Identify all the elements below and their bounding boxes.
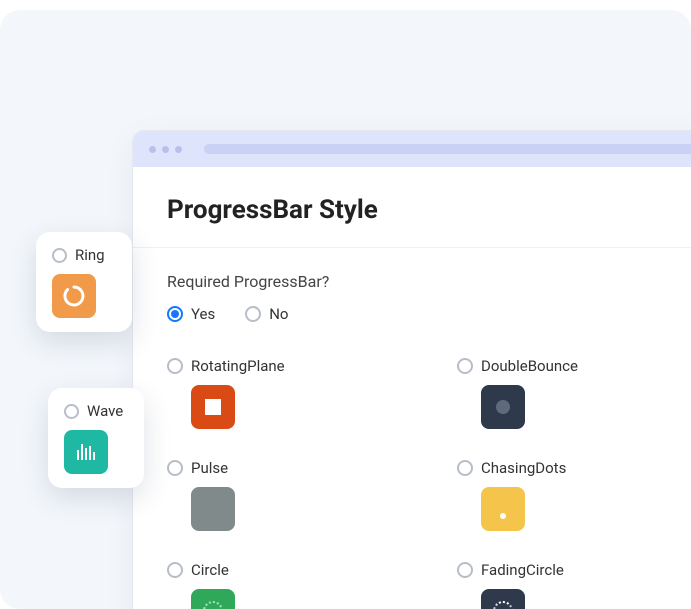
radio-icon bbox=[64, 404, 79, 419]
radio-no[interactable]: No bbox=[245, 305, 288, 323]
style-label: Ring bbox=[75, 246, 105, 264]
radio-icon bbox=[167, 358, 183, 374]
fadingcircle-swatch-icon bbox=[481, 589, 525, 609]
rotatingplane-swatch-icon bbox=[191, 385, 235, 429]
required-radio-group: Yes No bbox=[167, 305, 691, 323]
style-option-chasingdots[interactable]: ChasingDots bbox=[457, 459, 691, 531]
style-options-grid: RotatingPlane DoubleBounce Pulse bbox=[167, 357, 691, 609]
chasingdots-swatch-icon bbox=[481, 487, 525, 531]
style-label: FadingCircle bbox=[481, 561, 564, 579]
style-label: DoubleBounce bbox=[481, 357, 578, 375]
radio-icon bbox=[245, 306, 261, 322]
window-dot-icon bbox=[175, 146, 182, 153]
style-label: ChasingDots bbox=[481, 459, 566, 477]
radio-no-label: No bbox=[269, 305, 288, 323]
page-content: ProgressBar Style Required ProgressBar? … bbox=[133, 167, 691, 609]
radio-icon bbox=[167, 562, 183, 578]
doublebounce-swatch-icon bbox=[481, 385, 525, 429]
browser-window: ProgressBar Style Required ProgressBar? … bbox=[132, 130, 691, 609]
circle-swatch-icon bbox=[191, 589, 235, 609]
style-option-circle[interactable]: Circle bbox=[167, 561, 427, 609]
style-option-pulse[interactable]: Pulse bbox=[167, 459, 427, 531]
style-label: Pulse bbox=[191, 459, 228, 477]
radio-icon bbox=[167, 460, 183, 476]
radio-icon bbox=[52, 248, 67, 263]
style-option-rotatingplane[interactable]: RotatingPlane bbox=[167, 357, 427, 429]
style-label: RotatingPlane bbox=[191, 357, 285, 375]
wave-swatch-icon bbox=[64, 430, 108, 474]
pulse-swatch-icon bbox=[191, 487, 235, 531]
radio-yes[interactable]: Yes bbox=[167, 305, 215, 323]
radio-icon bbox=[167, 306, 183, 322]
ring-swatch-icon bbox=[52, 274, 96, 318]
radio-icon bbox=[457, 358, 473, 374]
radio-yes-label: Yes bbox=[191, 305, 215, 323]
floating-card-ring[interactable]: Ring bbox=[36, 232, 132, 332]
window-dot-icon bbox=[149, 146, 156, 153]
style-label: Circle bbox=[191, 561, 229, 579]
radio-icon bbox=[457, 460, 473, 476]
floating-card-wave[interactable]: Wave bbox=[48, 388, 144, 488]
style-option-fadingcircle[interactable]: FadingCircle bbox=[457, 561, 691, 609]
style-label: Wave bbox=[87, 402, 123, 420]
question-label: Required ProgressBar? bbox=[167, 272, 691, 291]
divider bbox=[133, 247, 691, 248]
page-title: ProgressBar Style bbox=[167, 195, 691, 225]
window-dot-icon bbox=[162, 146, 169, 153]
url-bar[interactable] bbox=[204, 144, 691, 154]
browser-titlebar bbox=[133, 131, 691, 167]
style-option-doublebounce[interactable]: DoubleBounce bbox=[457, 357, 691, 429]
radio-icon bbox=[457, 562, 473, 578]
